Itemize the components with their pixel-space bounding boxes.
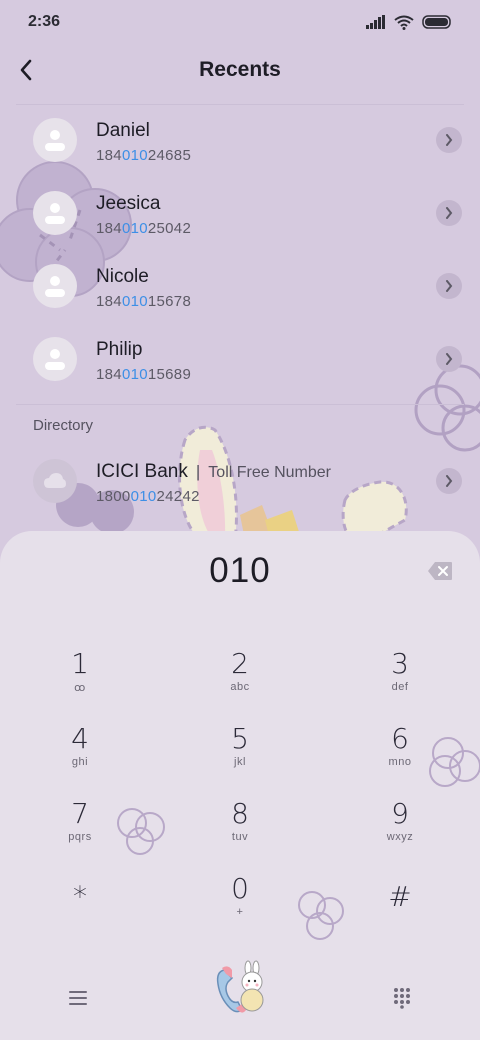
key-letters: ghi — [71, 756, 89, 768]
key-4[interactable]: 4 ghi — [20, 723, 140, 787]
avatar — [33, 118, 77, 162]
cloud-icon — [44, 473, 66, 488]
wifi-icon — [394, 15, 414, 30]
contact-number: 18401024685 — [96, 147, 192, 164]
header: Recents — [0, 44, 480, 104]
directory-name: ICICI Bank | Toll Free Number — [96, 461, 331, 482]
hamburger-icon — [69, 991, 87, 1005]
key-3[interactable]: 3 def — [340, 648, 460, 712]
call-button[interactable] — [212, 960, 268, 1020]
details-button[interactable] — [436, 200, 462, 226]
chevron-right-icon — [446, 207, 453, 219]
person-icon — [45, 349, 65, 370]
avatar — [33, 337, 77, 381]
person-icon — [45, 130, 65, 151]
contact-row[interactable]: Philip 18401015689 — [0, 325, 480, 395]
dialpad-toggle-button[interactable] — [386, 984, 418, 1012]
header-divider — [16, 104, 464, 105]
key-letters: mno — [388, 756, 412, 768]
contact-row[interactable]: Jeesica 18401025042 — [0, 179, 480, 249]
person-icon — [45, 203, 65, 224]
key-digit: 6 — [391, 722, 409, 755]
key-6[interactable]: 6 mno — [340, 723, 460, 787]
avatar — [33, 459, 77, 503]
contact-name: Philip — [96, 339, 143, 360]
person-icon — [45, 276, 65, 297]
dialpad-icon — [394, 988, 410, 1009]
key-digit: 9 — [391, 797, 409, 830]
key-hash[interactable]: # — [340, 881, 460, 945]
backspace-button[interactable] — [427, 561, 453, 581]
backspace-icon — [428, 562, 452, 580]
key-digit: 4 — [71, 722, 89, 755]
key-1[interactable]: 1 ꝏ — [20, 648, 140, 712]
key-9[interactable]: 9 wxyz — [340, 798, 460, 862]
key-letters: jkl — [234, 756, 246, 768]
contact-name: Daniel — [96, 120, 150, 141]
key-0[interactable]: 0 + — [180, 873, 300, 937]
key-7[interactable]: 7 pqrs — [20, 798, 140, 862]
key-letters: pqrs — [68, 831, 92, 843]
key-letters: + — [236, 906, 244, 918]
details-button[interactable] — [436, 468, 462, 494]
contact-number: 180001024242 — [96, 488, 200, 505]
avatar — [33, 191, 77, 235]
key-letters: abc — [230, 681, 250, 693]
key-digit: * — [73, 880, 87, 913]
bottom-bar — [0, 956, 480, 1040]
directory-row[interactable]: ICICI Bank | Toll Free Number 180001024242 — [0, 447, 480, 517]
page-title: Recents — [199, 58, 281, 81]
key-digit: 7 — [71, 797, 89, 830]
menu-button[interactable] — [62, 986, 94, 1010]
voicemail-icon: ꝏ — [74, 682, 86, 694]
chevron-right-icon — [446, 475, 453, 487]
keypad-sheet: 010 1 ꝏ 2 abc 3 def 4 ghi 5 jkl 6 mno 7 … — [0, 531, 480, 1040]
key-digit: 0 — [231, 872, 249, 905]
battery-icon — [422, 15, 451, 29]
key-digit: # — [388, 880, 412, 913]
key-letters: def — [391, 681, 409, 693]
section-divider — [16, 404, 464, 405]
chevron-right-icon — [446, 134, 453, 146]
dial-input-display: 010 — [209, 551, 271, 590]
contact-row[interactable]: Nicole 18401015678 — [0, 252, 480, 322]
directory-label: Directory — [33, 417, 94, 434]
avatar — [33, 264, 77, 308]
details-button[interactable] — [436, 127, 462, 153]
contact-number: 18401025042 — [96, 220, 192, 237]
key-digit: 2 — [231, 647, 249, 680]
key-digit: 3 — [391, 647, 409, 680]
status-icons — [366, 13, 452, 31]
contact-number: 18401015678 — [96, 293, 192, 310]
chevron-right-icon — [446, 280, 453, 292]
key-letters: wxyz — [386, 831, 414, 843]
contact-name: Jeesica — [96, 193, 161, 214]
key-letters: tuv — [231, 831, 249, 843]
details-button[interactable] — [436, 273, 462, 299]
status-time: 2:36 — [28, 13, 61, 30]
key-digit: 8 — [231, 797, 249, 830]
contact-name: Nicole — [96, 266, 149, 287]
chevron-right-icon — [446, 353, 453, 365]
key-8[interactable]: 8 tuv — [180, 798, 300, 862]
contact-row[interactable]: Daniel 18401024685 — [0, 106, 480, 176]
details-button[interactable] — [436, 346, 462, 372]
status-bar: 2:36 — [0, 0, 480, 44]
key-2[interactable]: 2 abc — [180, 648, 300, 712]
key-5[interactable]: 5 jkl — [180, 723, 300, 787]
contact-number: 18401015689 — [96, 366, 192, 383]
key-star[interactable]: * — [20, 881, 140, 945]
key-digit: 5 — [231, 722, 249, 755]
signal-icon — [366, 15, 385, 29]
key-digit: 1 — [71, 647, 89, 680]
bunny-phone-icon — [216, 960, 264, 1013]
